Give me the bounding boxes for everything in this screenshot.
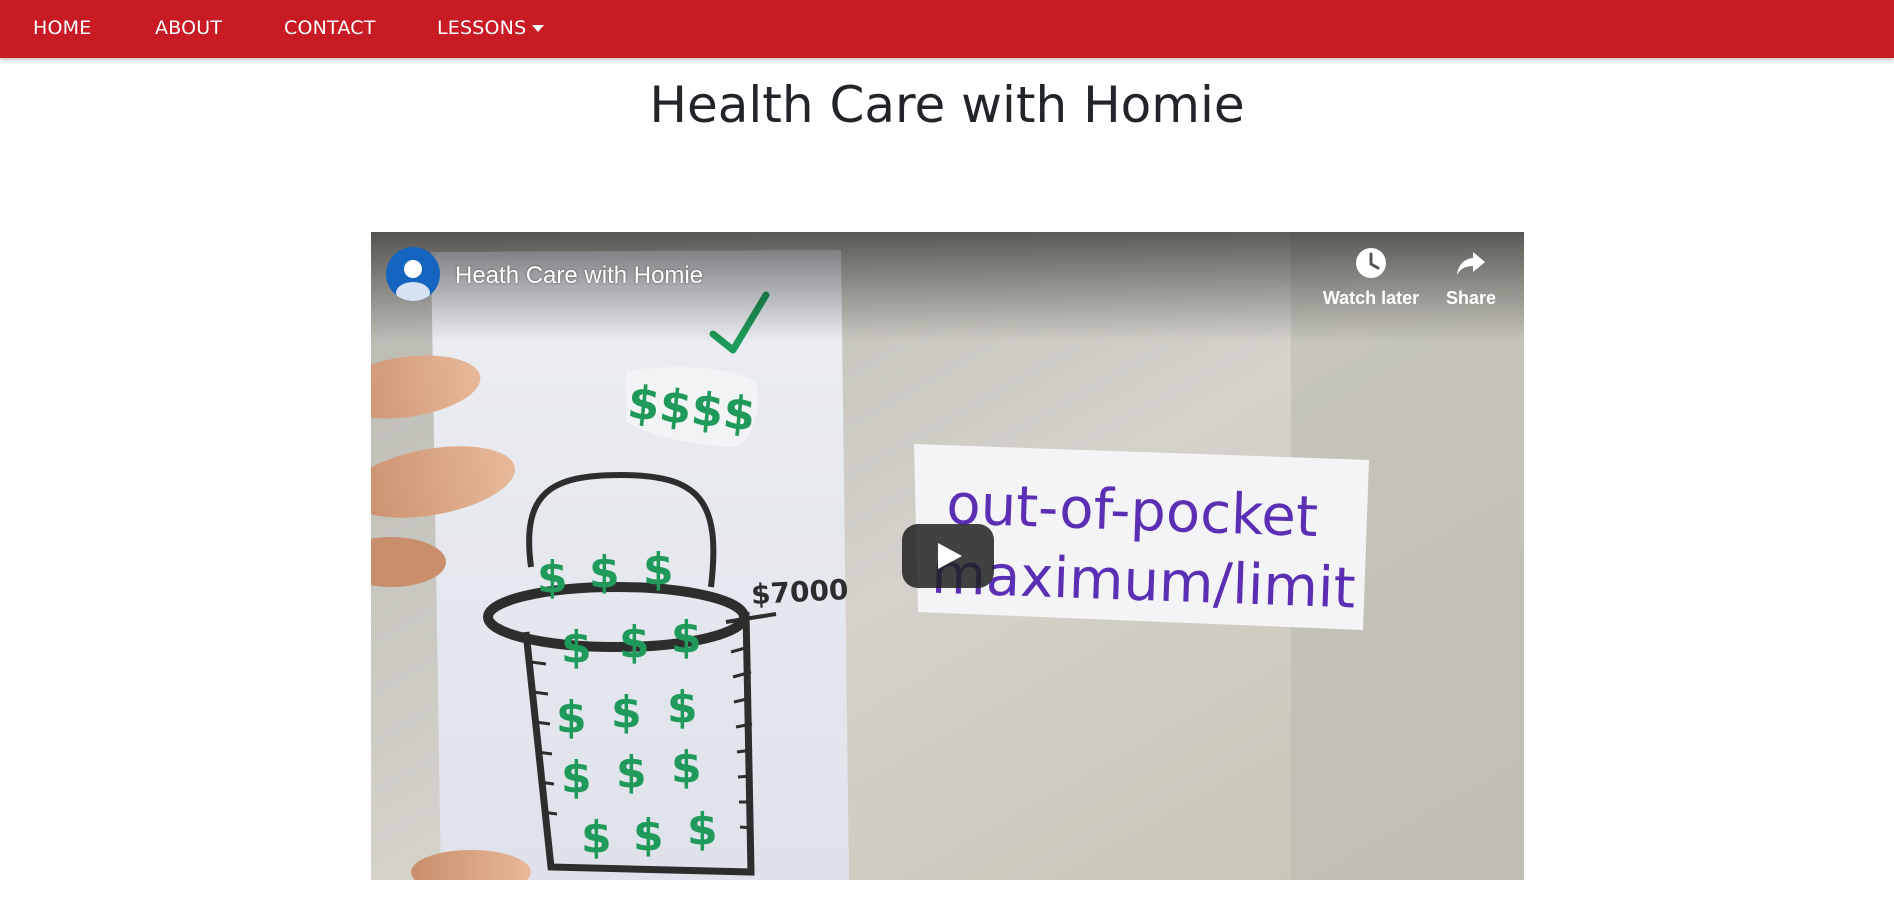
avatar-icon — [396, 260, 430, 301]
svg-text:$: $ — [671, 612, 702, 663]
svg-text:$: $ — [671, 742, 702, 793]
share-button[interactable]: Share — [1416, 246, 1524, 309]
svg-text:$: $ — [561, 622, 592, 673]
nav-lessons-dropdown[interactable]: LESSONS — [437, 17, 545, 39]
watch-later-button[interactable]: Watch later — [1316, 246, 1426, 309]
svg-text:$: $ — [581, 812, 612, 863]
nav-about-link[interactable]: ABOUT — [155, 17, 222, 39]
watch-later-label: Watch later — [1322, 288, 1420, 308]
svg-text:$: $ — [556, 692, 587, 743]
svg-text:$: $ — [537, 552, 568, 603]
svg-text:$: $ — [643, 544, 674, 595]
play-button[interactable] — [902, 524, 994, 588]
clock-icon — [1356, 248, 1386, 278]
svg-text:$: $ — [616, 747, 647, 798]
thumbnail-sign-line-1: out-of-pocket — [945, 472, 1319, 550]
caret-down-icon — [532, 25, 545, 32]
share-label: Share — [1445, 288, 1497, 308]
top-navbar: HOME ABOUT CONTACT LESSONS — [0, 0, 1894, 58]
nav-contact-link[interactable]: CONTACT — [284, 17, 376, 39]
svg-text:$: $ — [619, 617, 650, 668]
channel-avatar[interactable] — [386, 247, 440, 301]
svg-text:$: $ — [561, 752, 592, 803]
share-arrow-icon — [1457, 252, 1485, 275]
video-title-link[interactable]: Heath Care with Homie — [455, 262, 703, 290]
nav-lessons-label: LESSONS — [437, 17, 527, 39]
page-title: Health Care with Homie — [649, 76, 1245, 134]
youtube-video-embed[interactable]: $$$$ $ $ $ $ $ $ $ $ $ $ $ $ $ $ $ $7000 out-of-po… — [371, 232, 1524, 880]
play-icon — [902, 524, 994, 588]
svg-text:$: $ — [667, 682, 698, 733]
nav-home-link[interactable]: HOME — [33, 17, 91, 39]
svg-text:$: $ — [589, 547, 620, 598]
svg-text:$: $ — [633, 810, 664, 861]
thumbnail-amount: $7000 — [750, 573, 849, 611]
svg-text:$: $ — [687, 804, 718, 855]
svg-text:$: $ — [611, 687, 642, 738]
